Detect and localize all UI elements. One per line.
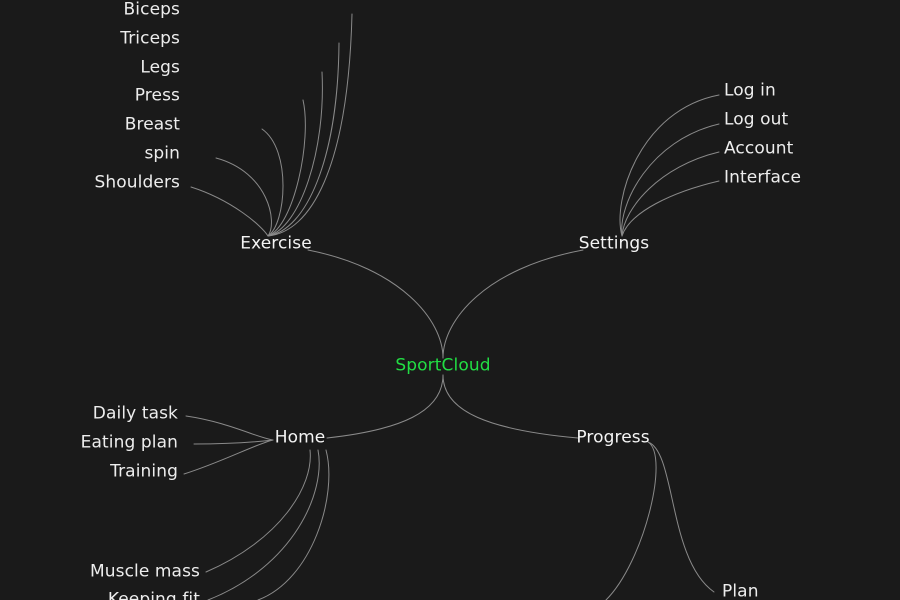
node-dailytask[interactable]: Daily task xyxy=(93,405,178,423)
node-interface[interactable]: Interface xyxy=(724,169,801,187)
node-home[interactable]: Home xyxy=(275,429,326,447)
edge-progress-to-plan xyxy=(647,441,715,593)
edge-home-to-home-extra xyxy=(257,449,330,600)
edge-exercise-to-breast xyxy=(261,128,284,237)
node-shoulders[interactable]: Shoulders xyxy=(95,174,180,192)
edge-exercise-to-spin xyxy=(215,157,272,237)
edge-root-to-progress xyxy=(442,374,579,439)
node-progress[interactable]: Progress xyxy=(576,429,649,447)
node-breast[interactable]: Breast xyxy=(125,116,180,134)
edge-root-to-exercise xyxy=(307,249,444,359)
node-musclemass[interactable]: Muscle mass xyxy=(90,563,200,581)
edge-exercise-to-triceps xyxy=(267,42,340,237)
edge-home-to-eatingplan xyxy=(193,439,274,445)
edge-settings-to-login xyxy=(619,94,720,237)
node-account[interactable]: Account xyxy=(724,140,793,158)
node-training[interactable]: Training xyxy=(110,463,178,481)
node-eatingplan[interactable]: Eating plan xyxy=(81,434,178,452)
edge-settings-to-account xyxy=(621,151,720,237)
edge-home-to-dailytask xyxy=(185,415,274,441)
edge-exercise-to-legs xyxy=(267,71,323,237)
edge-root-to-home xyxy=(326,374,444,439)
edge-settings-to-logout xyxy=(621,123,720,237)
node-login[interactable]: Log in xyxy=(724,82,776,100)
node-root-sportcloud[interactable]: SportCloud xyxy=(395,357,490,375)
edge-progress-to-prog-extra xyxy=(605,441,657,600)
node-legs[interactable]: Legs xyxy=(140,59,180,77)
edge-settings-to-interface xyxy=(621,180,720,237)
node-triceps[interactable]: Triceps xyxy=(120,30,180,48)
node-plan[interactable]: Plan xyxy=(722,583,759,600)
node-settings[interactable]: Settings xyxy=(579,235,650,253)
edge-home-to-musclemass xyxy=(205,449,311,573)
edge-exercise-to-biceps xyxy=(267,13,353,237)
node-logout[interactable]: Log out xyxy=(724,111,788,129)
node-press[interactable]: Press xyxy=(135,87,180,105)
node-exercise[interactable]: Exercise xyxy=(240,235,312,253)
node-spin[interactable]: spin xyxy=(144,145,180,163)
edge-root-to-settings xyxy=(442,249,584,359)
edge-home-to-keepingfit xyxy=(207,449,320,600)
edge-exercise-to-shoulders xyxy=(190,186,269,237)
edge-home-to-training xyxy=(183,439,274,475)
node-biceps[interactable]: Biceps xyxy=(124,1,180,19)
edge-exercise-to-press xyxy=(267,99,306,237)
node-keepingfit[interactable]: Keeping fit xyxy=(108,591,200,600)
mindmap-canvas: SportCloud Exercise Settings Home Progress Bi… xyxy=(0,0,900,600)
